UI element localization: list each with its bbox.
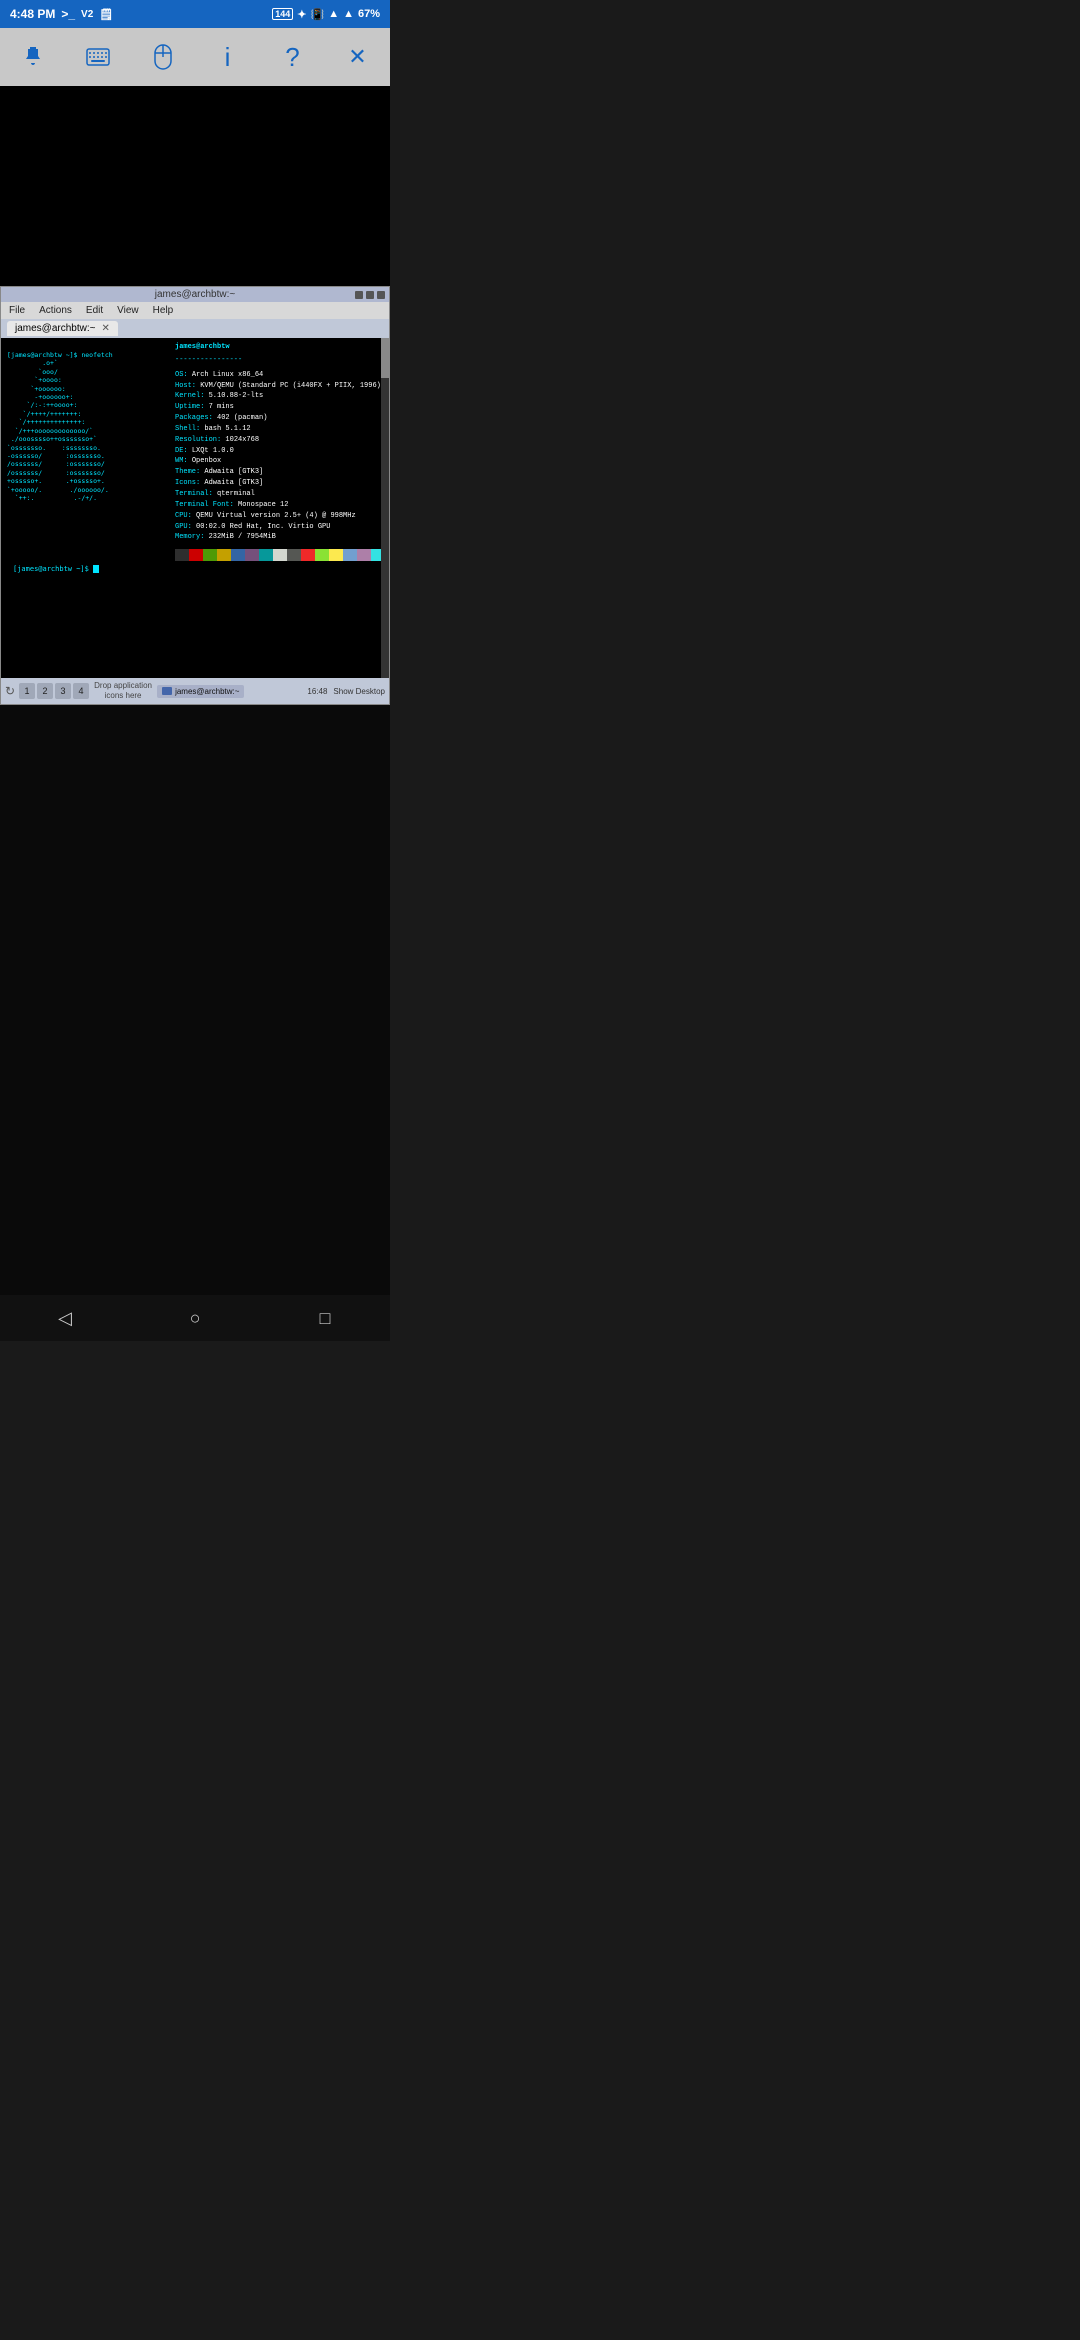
- menu-help[interactable]: Help: [151, 304, 176, 317]
- terminal-tab[interactable]: james@archbtw:~ ✕: [7, 321, 118, 336]
- terminal-text-area: [james@archbtw ~]$ neofetch .o+` `ooo/ `…: [1, 338, 389, 678]
- taskbar-right: 16:48 Show Desktop: [307, 687, 385, 696]
- color-swatches: [175, 549, 389, 561]
- back-icon: ◁: [58, 1308, 72, 1329]
- terminal-scrollbar-thumb[interactable]: [381, 338, 389, 378]
- black-area-top: [0, 86, 390, 286]
- info-packages: 402 (pacman): [217, 414, 267, 422]
- menu-file[interactable]: File: [7, 304, 27, 317]
- tab-close[interactable]: ✕: [101, 323, 109, 334]
- info-resolution: 1024x768: [225, 436, 259, 444]
- mouse-button[interactable]: [141, 35, 185, 79]
- info-separator: ----------------: [175, 355, 389, 366]
- status-left: 4:48 PM >_ V2 🗒: [10, 7, 113, 21]
- home-icon: ○: [190, 1308, 201, 1329]
- info-font: Monospace 12: [238, 501, 288, 509]
- info-uptime: 7 mins: [209, 403, 234, 411]
- recent-button[interactable]: □: [305, 1303, 345, 1333]
- show-desktop-button[interactable]: Show Desktop: [333, 687, 385, 696]
- workspace-buttons: 1 2 3 4: [19, 683, 89, 699]
- terminal-menubar: File Actions Edit View Help: [1, 302, 389, 319]
- black-area-bottom: [0, 705, 390, 1295]
- pin-button[interactable]: [11, 35, 55, 79]
- workspace-4[interactable]: 4: [73, 683, 89, 699]
- menu-edit[interactable]: Edit: [84, 304, 105, 317]
- info-button[interactable]: i: [206, 35, 250, 79]
- vibrate-icon: 📳: [310, 8, 324, 21]
- terminal-tab-bar: james@archbtw:~ ✕: [1, 319, 389, 338]
- clipboard-icon: 🗒: [99, 8, 113, 21]
- android-nav-bar: ◁ ○ □: [0, 1295, 390, 1341]
- info-username: james@archbtw: [175, 342, 389, 353]
- window-icon: [162, 687, 172, 695]
- terminal-info: james@archbtw ---------------- OS: Arch …: [167, 342, 389, 561]
- terminal-content[interactable]: [james@archbtw ~]$ neofetch .o+` `ooo/ `…: [1, 338, 389, 678]
- drop-zone: Drop application icons here: [93, 681, 153, 700]
- menu-actions[interactable]: Actions: [37, 304, 74, 317]
- workspace-1[interactable]: 1: [19, 683, 35, 699]
- terminal-scrollbar[interactable]: [381, 338, 389, 678]
- maximize-btn[interactable]: [366, 291, 374, 299]
- taskbar-window-label: james@archbtw:~: [175, 687, 239, 696]
- hz-indicator: 144: [272, 8, 293, 20]
- taskbar-time: 16:48: [307, 687, 327, 696]
- vc-indicator: V2: [81, 9, 93, 20]
- info-wm: Openbox: [192, 457, 221, 465]
- terminal-prompt-bottom: [james@archbtw ~]$: [7, 561, 383, 577]
- workspace-2[interactable]: 2: [37, 683, 53, 699]
- status-bar: 4:48 PM >_ V2 🗒 144 ✦ 📳 ▲ ▲ 67%: [0, 0, 390, 28]
- terminal-title-bar: james@archbtw:~: [1, 287, 389, 302]
- prompt-text: [james@archbtw ~]$: [13, 565, 99, 573]
- terminal-title: james@archbtw:~: [155, 289, 235, 300]
- info-shell: bash 5.1.12: [204, 425, 250, 433]
- toolbar: i ? ✕: [0, 28, 390, 86]
- signal-icon: ▲: [343, 8, 354, 20]
- workspace-3[interactable]: 3: [55, 683, 71, 699]
- info-icons: Adwaita [GTK3]: [204, 479, 263, 487]
- info-kernel: 5.10.88-2-lts: [209, 392, 264, 400]
- keyboard-button[interactable]: [76, 35, 120, 79]
- shell-indicator: >_: [61, 7, 75, 21]
- status-right: 144 ✦ 📳 ▲ ▲ 67%: [272, 8, 380, 21]
- wifi-icon: ▲: [328, 8, 339, 20]
- drop-hint: Drop application icons here: [94, 681, 152, 700]
- info-terminal: qterminal: [217, 490, 255, 498]
- close-button[interactable]: ✕: [336, 35, 380, 79]
- info-de: LXQt 1.0.0: [192, 447, 234, 455]
- info-host: KVM/QEMU (Standard PC (i440FX + PIIX, 19…: [200, 382, 389, 390]
- info-theme: Adwaita [GTK3]: [204, 468, 263, 476]
- back-button[interactable]: ◁: [45, 1303, 85, 1333]
- terminal-ascii-art: [james@archbtw ~]$ neofetch .o+` `ooo/ `…: [7, 342, 167, 561]
- recent-icon: □: [320, 1308, 331, 1329]
- bluetooth-icon: ✦: [297, 8, 306, 21]
- info-gpu: 00:02.0 Red Hat, Inc. Virtio GPU: [196, 523, 330, 531]
- menu-view[interactable]: View: [115, 304, 141, 317]
- info-os: Arch Linux x86_64: [192, 371, 263, 379]
- help-button[interactable]: ?: [271, 35, 315, 79]
- info-memory: 232MiB / 7954MiB: [209, 533, 276, 541]
- minimize-btn[interactable]: [355, 291, 363, 299]
- taskbar: ↻ 1 2 3 4 Drop application icons here ja…: [1, 678, 389, 704]
- close-window-btn[interactable]: [377, 291, 385, 299]
- taskbar-window[interactable]: james@archbtw:~: [157, 685, 244, 698]
- battery-percent: 67%: [358, 8, 380, 20]
- info-cpu: QEMU Virtual version 2.5+ (4) @ 998MHz: [196, 512, 356, 520]
- status-time: 4:48 PM: [10, 7, 55, 21]
- refresh-icon[interactable]: ↻: [5, 684, 15, 698]
- tab-label: james@archbtw:~: [15, 323, 95, 334]
- terminal-window: james@archbtw:~ File Actions Edit View H…: [0, 286, 390, 705]
- home-button[interactable]: ○: [175, 1303, 215, 1333]
